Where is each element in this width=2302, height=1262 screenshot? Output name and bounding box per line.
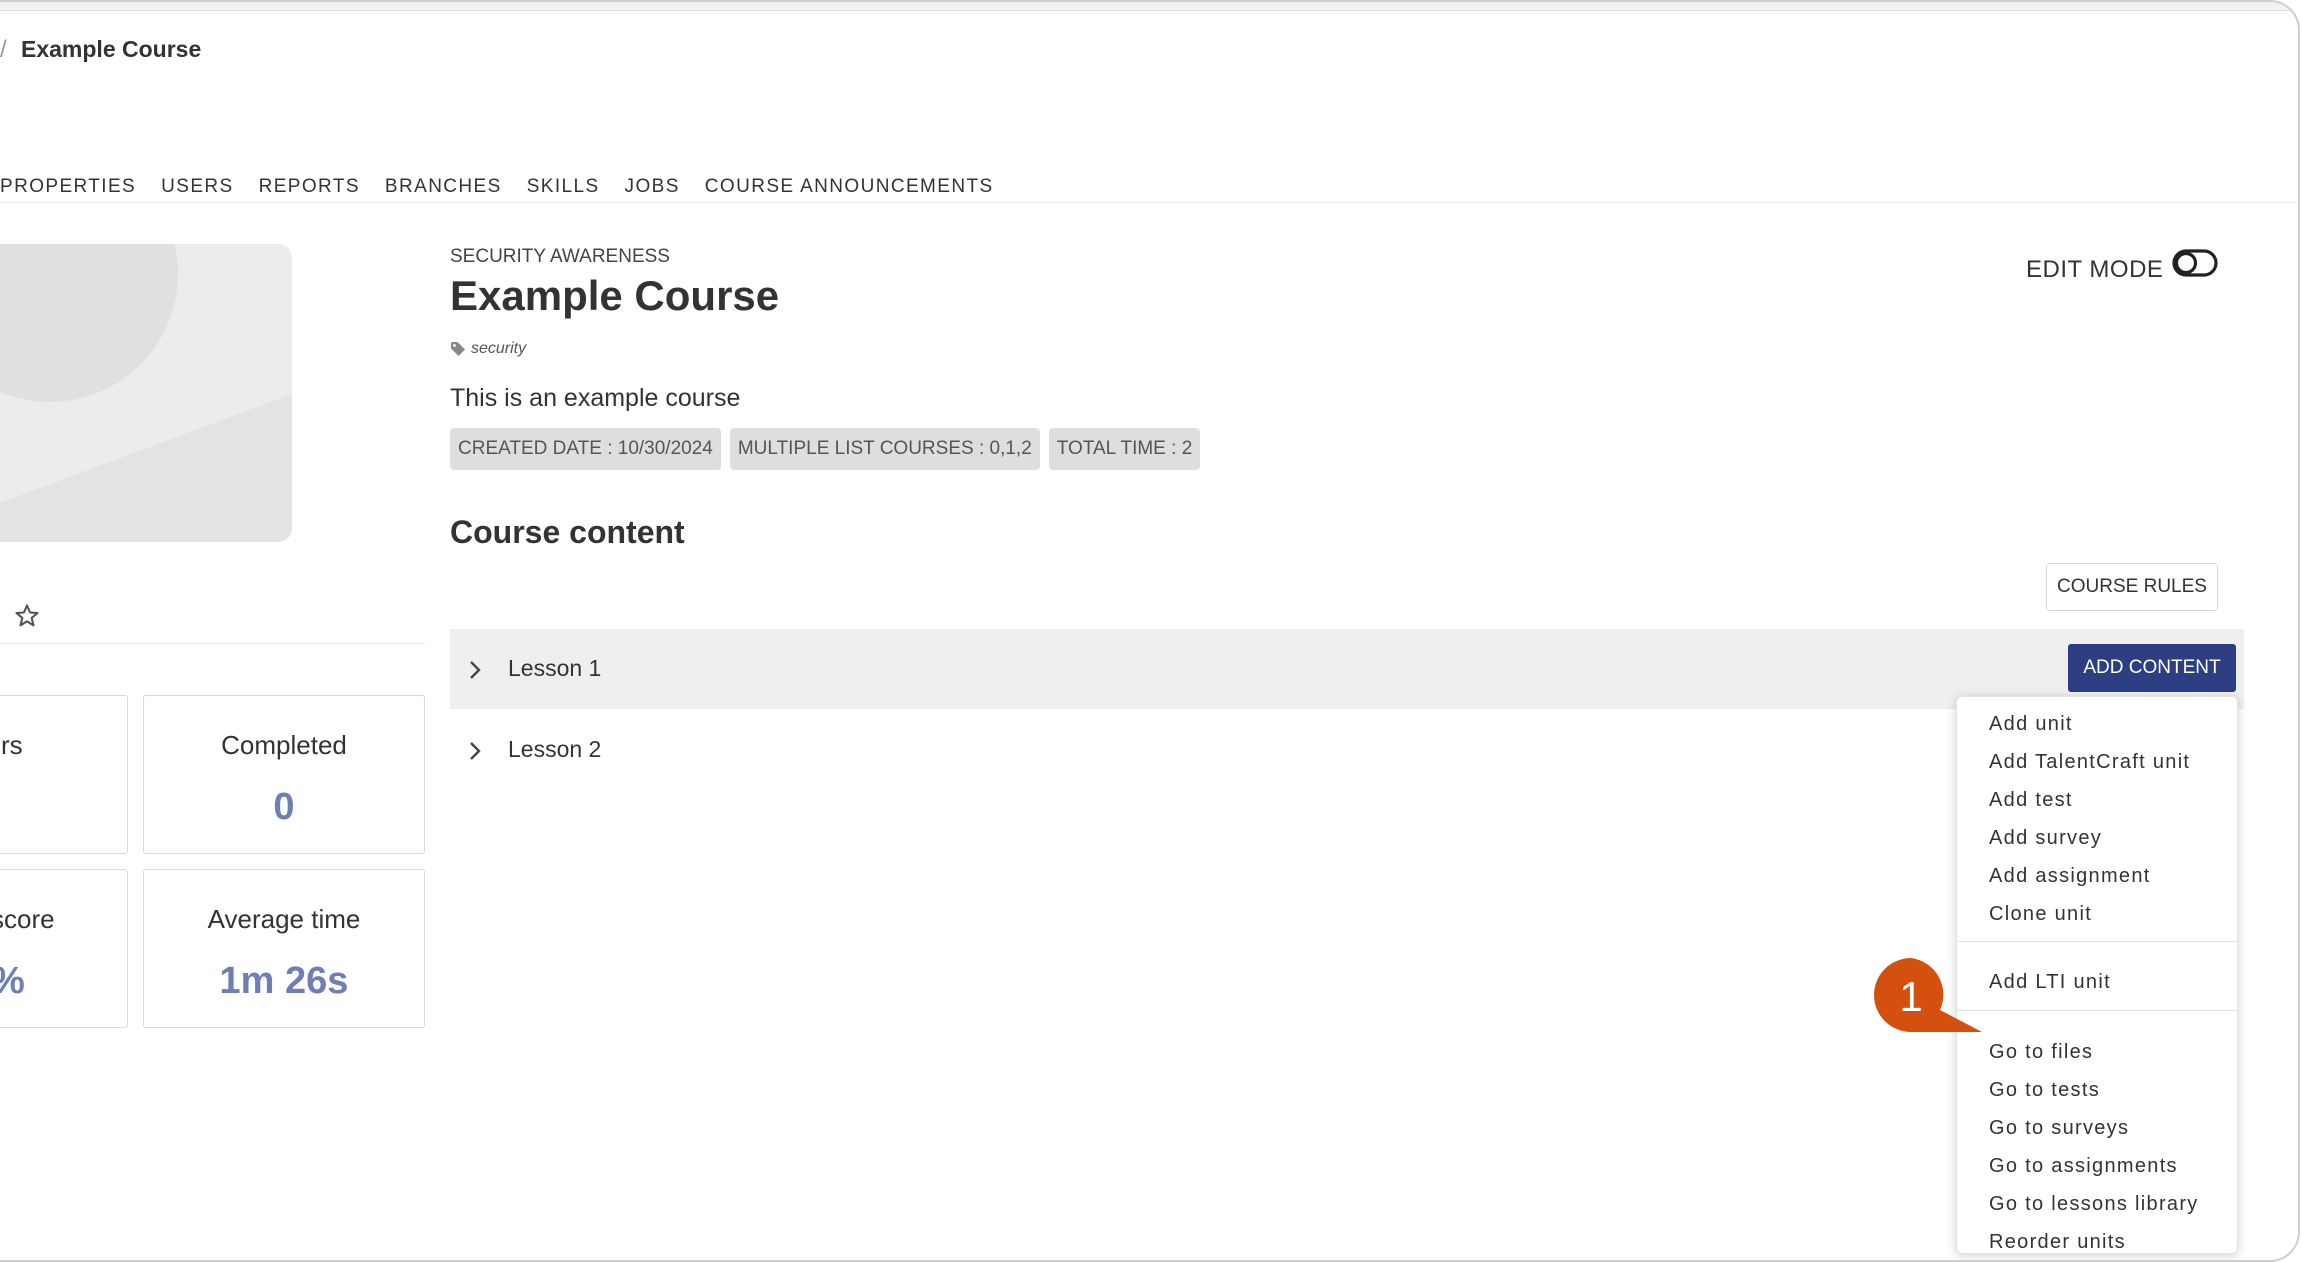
total-time-badge: TOTAL TIME : 2: [1048, 428, 1201, 470]
lesson-name: Lesson 1: [508, 655, 602, 681]
toggle-icon[interactable]: [2172, 248, 2218, 283]
menu-item-add-unit[interactable]: Add unit: [1989, 713, 2073, 736]
chevron-right-icon[interactable]: [468, 740, 482, 767]
tab-branches[interactable]: BRANCHES: [385, 176, 502, 198]
tab-reports[interactable]: REPORTS: [259, 176, 360, 198]
multiple-list-courses-badge: MULTIPLE LIST COURSES : 0,1,2: [729, 428, 1040, 470]
stat-card-average-time: Average time 1m 26s: [143, 869, 425, 1028]
course-thumbnail: [0, 244, 292, 542]
course-badges: CREATED DATE : 10/30/2024 MULTIPLE LIST …: [450, 428, 1209, 470]
menu-item-add-test[interactable]: Add test: [1989, 789, 2073, 812]
menu-item-add-survey[interactable]: Add survey: [1989, 827, 2102, 850]
breadcrumb-separator: /: [0, 36, 7, 63]
course-tabs: PROPERTIES USERS REPORTS BRANCHES SKILLS…: [0, 176, 1019, 198]
edit-mode-label: EDIT MODE: [2026, 256, 2164, 283]
menu-divider: [1957, 1010, 2237, 1011]
menu-item-go-to-tests[interactable]: Go to tests: [1989, 1079, 2100, 1102]
menu-item-go-to-files[interactable]: Go to files: [1989, 1041, 2093, 1064]
stat-label: rs: [1, 730, 23, 760]
tab-course-announcements[interactable]: COURSE ANNOUNCEMENTS: [705, 176, 994, 198]
window-top-bar: [0, 2, 2298, 11]
stat-value: 0: [273, 786, 295, 828]
callout-number: 1: [1899, 973, 1923, 1020]
stat-card-users: rs: [0, 695, 128, 854]
course-tag[interactable]: security: [450, 340, 526, 358]
tab-users[interactable]: USERS: [161, 176, 233, 198]
star-icon[interactable]: [13, 602, 41, 630]
course-rules-button[interactable]: COURSE RULES: [2046, 563, 2218, 611]
menu-item-go-to-assignments[interactable]: Go to assignments: [1989, 1155, 2178, 1178]
course-content-title: Course content: [450, 514, 685, 550]
stat-value: 1m 26s: [219, 960, 349, 1002]
stat-card-completed: Completed 0: [143, 695, 425, 854]
course-tag-label: security: [471, 340, 527, 357]
menu-item-add-lti-unit[interactable]: Add LTI unit: [1989, 971, 2111, 994]
course-title: Example Course: [450, 272, 780, 319]
stat-label: Average time: [207, 904, 361, 934]
add-content-button[interactable]: ADD CONTENT: [2068, 644, 2236, 692]
stat-label: score: [0, 904, 55, 934]
menu-item-add-talentcraft-unit[interactable]: Add TalentCraft unit: [1989, 751, 2190, 774]
stat-label: Completed: [221, 730, 347, 760]
add-content-menu: Add unit Add TalentCraft unit Add test A…: [1956, 696, 2238, 1254]
chevron-right-icon[interactable]: [468, 659, 482, 686]
created-date-badge: CREATED DATE : 10/30/2024: [450, 428, 721, 470]
course-description: This is an example course: [450, 384, 741, 412]
tab-skills[interactable]: SKILLS: [527, 176, 600, 198]
menu-item-add-assignment[interactable]: Add assignment: [1989, 865, 2151, 888]
breadcrumb-title[interactable]: Example Course: [21, 36, 201, 63]
menu-item-reorder-units[interactable]: Reorder units: [1989, 1231, 2126, 1254]
tab-properties[interactable]: PROPERTIES: [0, 176, 136, 198]
stat-card-score: score %: [0, 869, 128, 1028]
tag-icon: [451, 342, 465, 356]
tab-jobs[interactable]: JOBS: [625, 176, 680, 198]
app-window: / Example Course PROPERTIES USERS REPORT…: [0, 0, 2300, 1262]
menu-item-go-to-lessons-library[interactable]: Go to lessons library: [1989, 1193, 2199, 1216]
menu-item-go-to-surveys[interactable]: Go to surveys: [1989, 1117, 2129, 1140]
tabs-divider: [0, 202, 2298, 203]
left-divider: [0, 643, 425, 644]
menu-item-clone-unit[interactable]: Clone unit: [1989, 903, 2092, 926]
stat-value: %: [0, 960, 127, 1003]
course-category: SECURITY AWARENESS: [450, 246, 670, 267]
lesson-name: Lesson 2: [508, 736, 602, 762]
menu-divider: [1957, 941, 2237, 942]
